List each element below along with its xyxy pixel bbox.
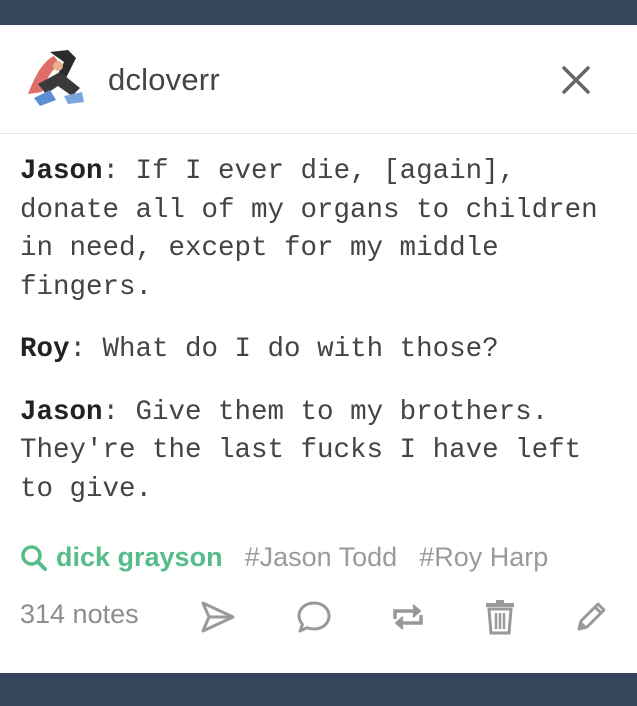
tag[interactable]: #Jason Todd: [245, 542, 398, 572]
post-card: dcloverr Jason: If I ever die, [again], …: [0, 25, 637, 673]
speaker-name: Roy: [20, 334, 70, 365]
edit-icon[interactable]: [573, 599, 609, 635]
avatar[interactable]: [20, 42, 90, 112]
notes-count[interactable]: 314 notes: [20, 599, 139, 630]
dialogue-text: What do I do with those?: [102, 334, 499, 365]
dialogue-line: Roy: What do I do with those?: [20, 334, 499, 365]
speaker-name: Jason: [20, 156, 103, 187]
speaker-name: Jason: [20, 396, 103, 428]
dialogue-line: Jason: Give them to my brothers. They're…: [20, 396, 582, 505]
dialogue-line: Jason: If I ever die, [again], donate al…: [20, 156, 598, 303]
tag-list: dick grayson #Jason Todd #Roy Harp: [20, 537, 620, 577]
reblog-icon[interactable]: [390, 599, 426, 635]
post-header: dcloverr: [0, 25, 637, 134]
featured-tag[interactable]: dick grayson: [20, 542, 223, 572]
tag[interactable]: #Roy Harp: [419, 542, 548, 572]
delete-icon[interactable]: [482, 599, 518, 635]
dialogue-text: Give them to my brothers. They're the la…: [20, 396, 582, 505]
share-icon[interactable]: [200, 599, 236, 635]
username[interactable]: dcloverr: [108, 62, 220, 98]
post-body: Jason: If I ever die, [again], donate al…: [20, 153, 620, 533]
dialogue-text: If I ever die, [again], donate all of my…: [20, 156, 598, 303]
close-icon[interactable]: [560, 64, 592, 96]
search-icon: [21, 545, 47, 571]
post-footer: 314 notes: [20, 593, 620, 643]
avatar-icon: [20, 42, 90, 112]
featured-tag-label: dick grayson: [56, 542, 223, 572]
reply-icon[interactable]: [296, 599, 332, 635]
